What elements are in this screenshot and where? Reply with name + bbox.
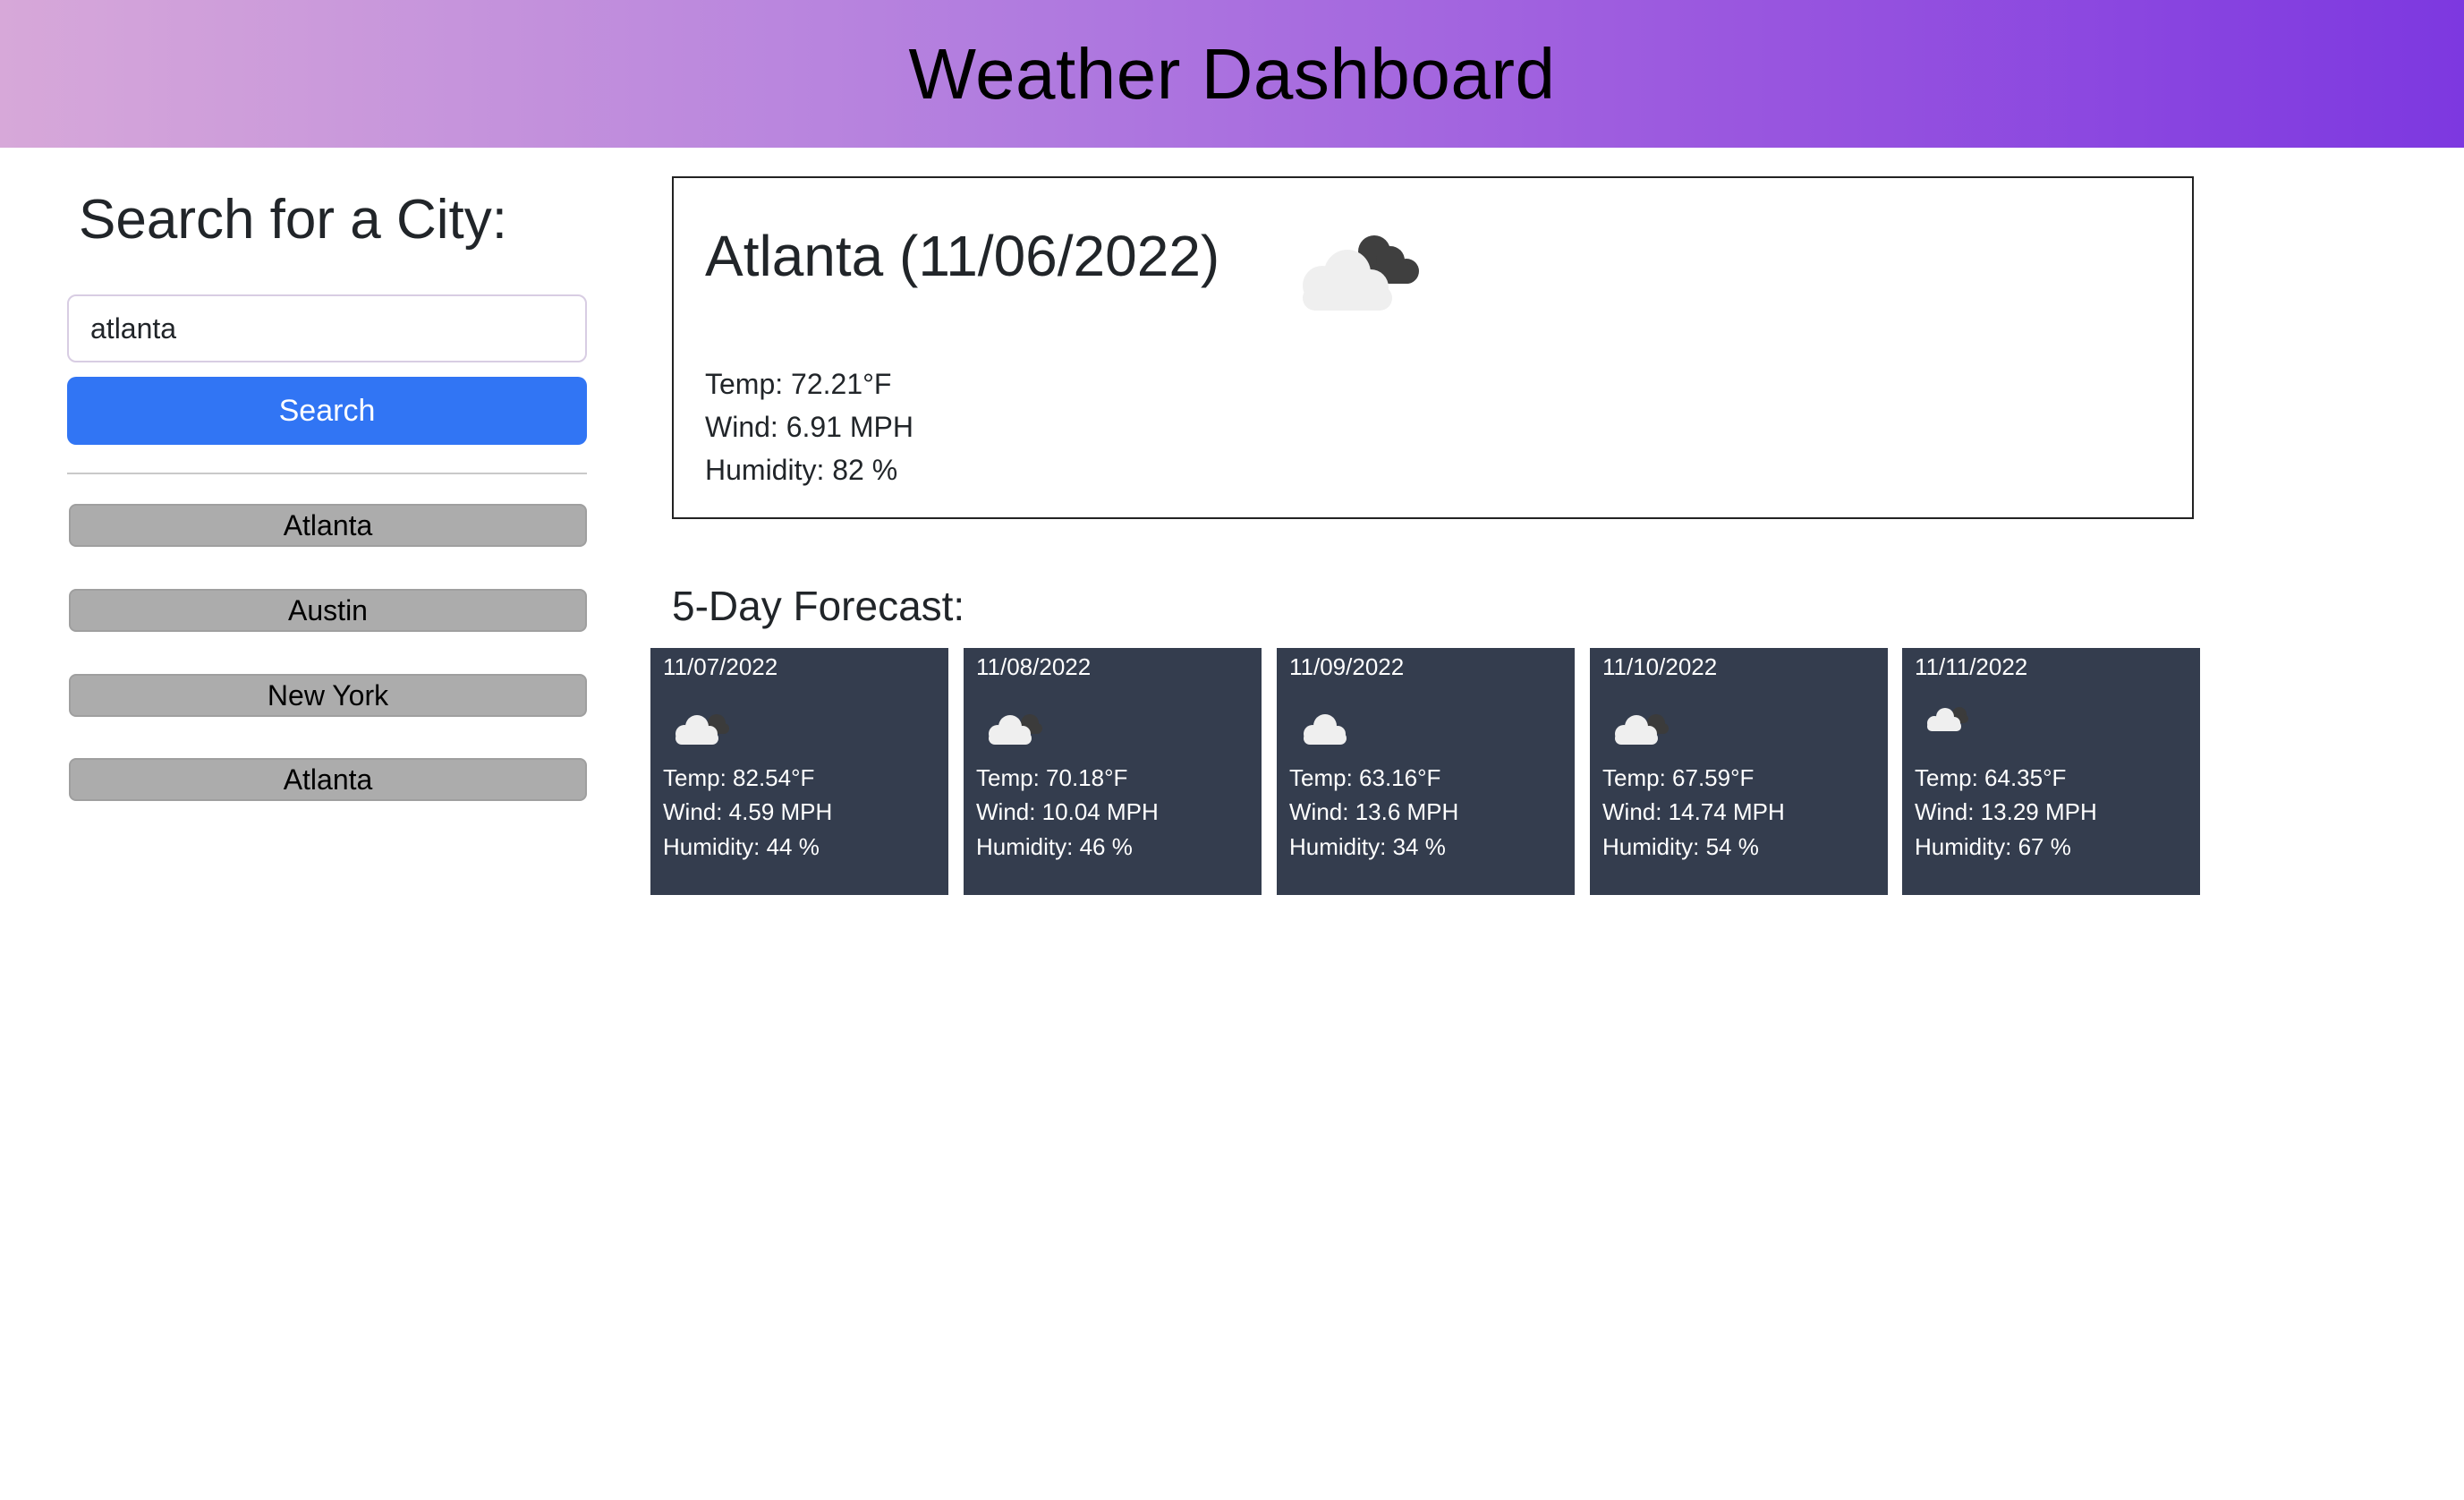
city-search-input[interactable] bbox=[67, 294, 587, 362]
history-button-atlanta-2[interactable]: Atlanta bbox=[69, 758, 587, 801]
forecast-card: 11/07/2022 Temp: 82.54°F Wind: 4.59 MPH … bbox=[650, 648, 948, 895]
forecast-humidity: Humidity: 44 % bbox=[663, 833, 820, 860]
forecast-humidity: Humidity: 46 % bbox=[976, 833, 1133, 860]
forecast-date: 11/09/2022 bbox=[1289, 653, 1405, 680]
current-weather-card: Atlanta (11/06/2022) Temp: 72.21°F Wind:… bbox=[672, 176, 2194, 519]
history-button-new-york[interactable]: New York bbox=[69, 674, 587, 717]
forecast-temp: Temp: 64.35°F bbox=[1915, 764, 2067, 791]
forecast-card: 11/08/2022 Temp: 70.18°F Wind: 10.04 MPH… bbox=[964, 648, 1262, 895]
forecast-date: 11/11/2022 bbox=[1915, 653, 2028, 680]
forecast-wind: Wind: 14.74 MPH bbox=[1602, 798, 1785, 825]
page-title: Weather Dashboard bbox=[908, 33, 1556, 114]
cloud-icon bbox=[1304, 714, 1347, 745]
cloudy-night-icon bbox=[1303, 235, 1419, 311]
forecast-heading: 5-Day Forecast: bbox=[672, 583, 965, 629]
forecast-temp: Temp: 70.18°F bbox=[976, 764, 1128, 791]
forecast-temp: Temp: 67.59°F bbox=[1602, 764, 1755, 791]
cloudy-night-icon bbox=[1615, 714, 1669, 745]
page-header: Weather Dashboard bbox=[0, 0, 2464, 148]
forecast-humidity: Humidity: 67 % bbox=[1915, 833, 2071, 860]
cloudy-night-icon bbox=[1927, 707, 1968, 731]
forecast-card: 11/11/2022 Temp: 64.35°F Wind: 13.29 MPH… bbox=[1902, 648, 2200, 895]
sidebar-divider bbox=[67, 473, 587, 474]
current-city-title: Atlanta (11/06/2022) bbox=[705, 224, 1220, 288]
forecast-temp: Temp: 82.54°F bbox=[663, 764, 815, 791]
current-wind: Wind: 6.91 MPH bbox=[705, 411, 913, 443]
forecast-wind: Wind: 10.04 MPH bbox=[976, 798, 1159, 825]
history-button-austin[interactable]: Austin bbox=[69, 589, 587, 632]
history-button-atlanta[interactable]: Atlanta bbox=[69, 504, 587, 547]
cloudy-night-icon bbox=[675, 714, 729, 745]
current-temp: Temp: 72.21°F bbox=[705, 368, 892, 400]
forecast-wind: Wind: 13.6 MPH bbox=[1289, 798, 1459, 825]
forecast-wind: Wind: 13.29 MPH bbox=[1915, 798, 2097, 825]
forecast-date: 11/08/2022 bbox=[976, 653, 1092, 680]
cloudy-night-icon bbox=[989, 714, 1042, 745]
forecast-humidity: Humidity: 34 % bbox=[1289, 833, 1446, 860]
forecast-wind: Wind: 4.59 MPH bbox=[663, 798, 833, 825]
forecast-card: 11/09/2022 Temp: 63.16°F Wind: 13.6 MPH … bbox=[1277, 648, 1575, 895]
search-heading: Search for a City: bbox=[79, 189, 507, 251]
forecast-date: 11/07/2022 bbox=[663, 653, 778, 680]
forecast-temp: Temp: 63.16°F bbox=[1289, 764, 1441, 791]
current-humidity: Humidity: 82 % bbox=[705, 454, 898, 486]
forecast-humidity: Humidity: 54 % bbox=[1602, 833, 1759, 860]
forecast-card: 11/10/2022 Temp: 67.59°F Wind: 14.74 MPH… bbox=[1590, 648, 1888, 895]
forecast-date: 11/10/2022 bbox=[1602, 653, 1718, 680]
search-button[interactable]: Search bbox=[67, 377, 587, 445]
